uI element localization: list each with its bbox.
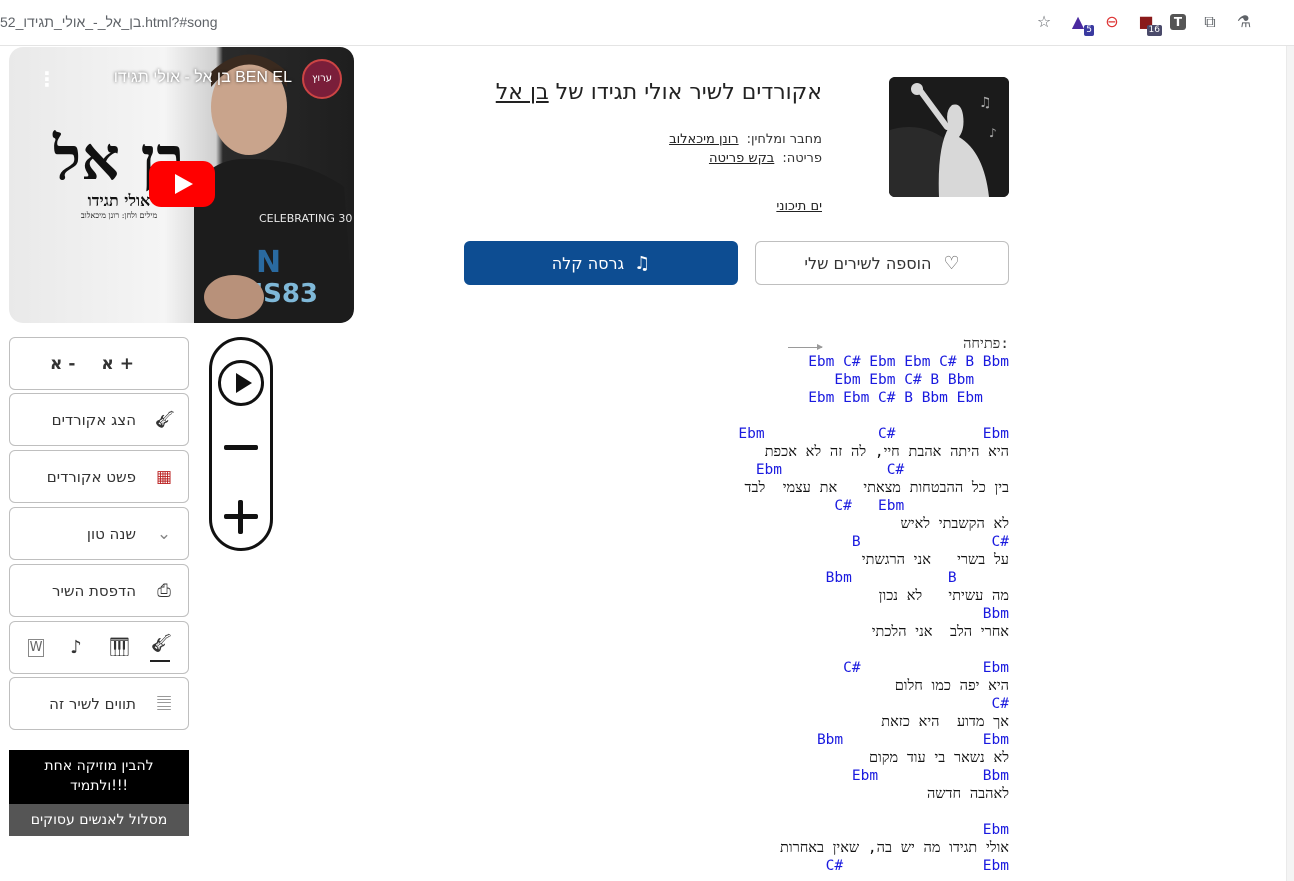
simplify-chords-button[interactable]: פשט אקורדים ▦	[9, 450, 189, 503]
chord-line[interactable]: C# Ebm	[609, 497, 1009, 515]
request-strum-link[interactable]: בקש פריטה	[709, 151, 774, 166]
store-icon[interactable]: ■ 16	[1136, 12, 1162, 36]
piano-icon[interactable]: 🎹︎	[108, 637, 131, 658]
extension-bar: ☆ ▲ 5 ⊖ ■ 16 T ⧉ ⚗	[1034, 12, 1254, 36]
scroll-slower-button[interactable]	[224, 445, 258, 450]
lyric-line: על בשרי אני הרגשתי	[861, 552, 1009, 568]
show-chords-button[interactable]: הצג אקורדים 🎸︎	[9, 393, 189, 446]
channel-avatar[interactable]: ערוץ	[302, 59, 342, 99]
lyric-line: מה עשיתי לא נכון	[878, 588, 1009, 604]
lyric-line: לאהבה חדשה	[926, 786, 1009, 802]
page-scrollbar[interactable]	[1286, 46, 1294, 881]
stanza-gap	[609, 407, 1009, 425]
svg-text:N: N	[256, 245, 281, 280]
simplify-chords-label: פשט אקורדים	[46, 467, 136, 486]
grid-icon: ▦	[155, 466, 173, 487]
t-square-icon[interactable]: T	[1170, 14, 1186, 30]
change-key-dropdown[interactable]: שנה טון ⌄	[9, 507, 189, 560]
promo-banner[interactable]: להבין מוזיקה אחת ולתמיד!!! מסלול לאנשים …	[9, 750, 189, 836]
chord-line[interactable]: C# Ebm	[609, 857, 1009, 875]
genre-tag-link[interactable]: ים תיכוני	[776, 199, 822, 214]
bookmark-star-icon[interactable]: ☆	[1034, 12, 1054, 32]
font-decrease-button[interactable]: א -	[50, 354, 75, 374]
browser-toolbar: 52_בן_אל_-_אולי_תגידו.html?#song ☆ ▲ 5 ⊖ …	[0, 0, 1294, 46]
lyric-line: היא יפה כמו חלום	[894, 678, 1009, 694]
artist-link[interactable]: בן אל	[496, 80, 549, 105]
chord-line[interactable]: Ebm	[609, 821, 1009, 839]
guitar-icon: 🎸︎	[154, 409, 176, 430]
promo-headline: להבין מוזיקה אחת ולתמיד!!!	[9, 750, 189, 804]
address-bar[interactable]: 52_בן_אל_-_אולי_תגידו.html?#song	[0, 14, 218, 30]
chord-line[interactable]: Ebm C# Ebm	[609, 425, 1009, 443]
chord-line[interactable]: Bbm B	[609, 569, 1009, 587]
lyric-line: אולי תגידו מה יש בה, שאין באחרות	[780, 840, 1009, 856]
lyric-line: לא נשאר בי עוד מקום	[868, 750, 1009, 766]
add-to-favorites-button[interactable]: ♡ הוספה לשירים שלי	[755, 241, 1009, 285]
lyric-line: בין כל ההבטחות מצאתי את עצמי לבד	[744, 480, 1009, 496]
stanza-gap	[609, 803, 1009, 821]
change-key-label: שנה טון	[86, 524, 136, 543]
cookie-block-icon[interactable]: ⊖	[1102, 12, 1122, 32]
print-song-label: הדפסת השיר	[52, 581, 136, 600]
composer-link[interactable]: רונן מיכאלוב	[669, 132, 739, 147]
puzzle-icon[interactable]: ⧉	[1200, 12, 1220, 32]
easy-version-button[interactable]: ♫ גרסה קלה	[464, 241, 738, 285]
font-increase-button[interactable]: א +	[101, 354, 134, 374]
chevron-down-icon: ⌄	[156, 523, 172, 544]
scroll-faster-button[interactable]	[224, 500, 258, 534]
intro-label: פתיחה:	[963, 336, 1009, 352]
acoustic-guitar-icon[interactable]: ♪	[66, 637, 86, 658]
svg-text:♫: ♫	[979, 95, 992, 111]
instrument-selector: W ♪ 🎹︎ 🎸︎	[9, 621, 189, 674]
word-doc-icon[interactable]: W	[28, 638, 44, 657]
lyric-line: היא היתה אהבת חיי, לה זה לא אכפת	[764, 444, 1009, 460]
strum-row: פריטה:בקש פריטה	[708, 151, 822, 166]
music-note-icon: ♫	[634, 252, 651, 274]
song-sheet-music-button[interactable]: תווים לשיר זה 𝄚	[9, 677, 189, 730]
stanza-gap	[609, 641, 1009, 659]
print-song-button[interactable]: הדפסת השיר ⎙	[9, 564, 189, 617]
chord-line[interactable]: Ebm Ebm C# B Bbm Ebm	[609, 389, 1009, 407]
sheet-music-icon: 𝄚	[157, 693, 171, 714]
promo-cta[interactable]: מסלול לאנשים עסוקים	[9, 804, 189, 836]
chord-sheet: פתיחה: Ebm C# Ebm Ebm C# B Bbm Ebm Ebm C#…	[609, 335, 1009, 875]
font-size-control: א - א +	[9, 337, 189, 390]
chord-line[interactable]: Bbm	[609, 605, 1009, 623]
page-title: אקורדים לשיר אולי תגידו של בן אל	[495, 80, 822, 105]
lyric-line: אחרי הלב אני הלכתי	[871, 624, 1009, 640]
auto-scroll-control	[209, 337, 273, 551]
electric-guitar-icon[interactable]: 🎸︎	[150, 633, 173, 662]
song-sheet-music-label: תווים לשיר זה	[49, 694, 136, 713]
chord-line[interactable]: Bbm Ebm	[609, 731, 1009, 749]
song-cover-image: ♫ ♪	[889, 77, 1009, 197]
video-title[interactable]: בן אל - אולי תגידו BEN EL	[114, 69, 292, 87]
chord-line[interactable]: C#	[609, 695, 1009, 713]
show-chords-label: הצג אקורדים	[51, 410, 136, 429]
chord-line[interactable]: Ebm Bbm	[609, 767, 1009, 785]
svg-text:♪: ♪	[989, 126, 997, 140]
printer-icon: ⎙	[157, 580, 171, 601]
youtube-play-button[interactable]	[149, 161, 215, 207]
heart-plus-icon: ♡	[943, 252, 960, 274]
chord-line[interactable]: Ebm C# Ebm Ebm C# B Bbm	[609, 353, 1009, 371]
chord-line[interactable]: Ebm Ebm C# B Bbm	[609, 371, 1009, 389]
youtube-video-embed[interactable]: בן אל אולי תגידו מילים ולחן: רונן מיכאלו…	[9, 47, 354, 323]
graduation-cap-icon[interactable]: ▲ 5	[1068, 12, 1094, 36]
flask-icon[interactable]: ⚗	[1234, 12, 1254, 32]
chord-line[interactable]: B C#	[609, 533, 1009, 551]
lyric-line: לא הקשבתי לאיש	[900, 516, 1010, 532]
more-options-icon[interactable]: ⋮	[37, 67, 57, 91]
composer-row: מחבר ומלחין:רונן מיכאלוב	[669, 132, 822, 147]
lyric-line: אך מדוע היא כזאת	[881, 714, 1009, 730]
chord-line[interactable]: Ebm C#	[609, 461, 1009, 479]
play-scroll-button[interactable]	[218, 360, 264, 406]
chord-line[interactable]: C# Ebm	[609, 659, 1009, 677]
svg-text:CELEBRATING 30 YEA: CELEBRATING 30 YEA	[259, 212, 354, 225]
